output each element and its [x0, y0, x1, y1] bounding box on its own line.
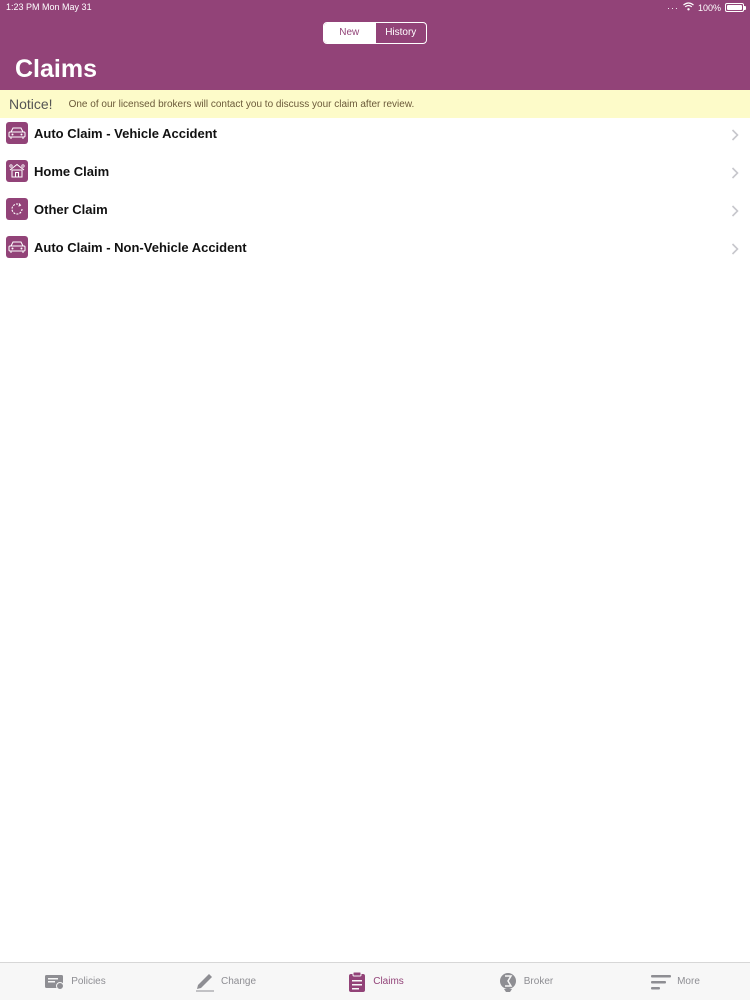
chevron-right-icon	[731, 128, 739, 141]
signal-dots-icon: ···	[666, 2, 679, 13]
status-bar: 1:23 PM Mon May 31 ··· 100%	[0, 0, 750, 16]
status-time: 1:23 PM	[6, 2, 40, 12]
broker-icon	[497, 971, 519, 993]
claim-item-label: Auto Claim - Non-Vehicle Accident	[34, 240, 247, 255]
notice-banner: Notice! One of our licensed brokers will…	[0, 90, 750, 118]
pencil-icon	[194, 971, 216, 993]
tab-claims[interactable]: Claims	[300, 963, 450, 1000]
home-icon	[6, 160, 28, 182]
chevron-right-icon	[731, 242, 739, 255]
status-time-date: 1:23 PM Mon May 31	[6, 2, 92, 12]
car-icon	[6, 236, 28, 258]
status-date: Mon May 31	[42, 2, 92, 12]
claim-item-label: Auto Claim - Vehicle Accident	[34, 126, 218, 141]
tab-label: Change	[220, 976, 257, 987]
chevron-right-icon	[731, 204, 739, 217]
tab-policies[interactable]: Policies	[0, 963, 150, 1000]
wifi-icon	[683, 2, 694, 13]
tab-bar: Policies Change Claims Broker More	[0, 962, 750, 1000]
header: 1:23 PM Mon May 31 ··· 100% New History	[0, 0, 750, 90]
tab-broker[interactable]: Broker	[450, 963, 600, 1000]
claims-screen: 1:23 PM Mon May 31 ··· 100% New History	[0, 0, 750, 1000]
new-history-segmented-control: New History	[323, 22, 427, 44]
menu-icon	[650, 971, 672, 993]
claim-item-label: Home Claim	[34, 164, 110, 179]
tab-label: Broker	[523, 976, 554, 987]
clipboard-icon	[346, 971, 368, 993]
claim-item-label: Other Claim	[34, 202, 108, 217]
claim-item-auto-non-vehicle[interactable]: Auto Claim - Non-Vehicle Accident	[0, 232, 750, 270]
tab-change[interactable]: Change	[150, 963, 300, 1000]
chevron-right-icon	[731, 166, 739, 179]
claims-list: Auto Claim - Vehicle Accident Home Claim	[0, 118, 750, 270]
tab-more[interactable]: More	[600, 963, 750, 1000]
policy-icon	[44, 971, 66, 993]
battery-percent: 100%	[697, 2, 721, 13]
tab-label: More	[677, 976, 700, 987]
notice-label: Notice!	[9, 96, 53, 112]
status-indicators: ··· 100%	[666, 2, 746, 13]
refresh-icon	[6, 198, 28, 220]
segment-history[interactable]: History	[374, 23, 427, 43]
claim-item-auto-vehicle[interactable]: Auto Claim - Vehicle Accident	[0, 118, 750, 156]
notice-text: One of our licensed brokers will contact…	[68, 98, 415, 110]
segment-new[interactable]: New	[324, 23, 375, 43]
battery-icon	[725, 3, 746, 12]
tab-label: Policies	[71, 976, 106, 987]
claim-item-home[interactable]: Home Claim	[0, 156, 750, 194]
page-title: Claims	[15, 55, 97, 83]
tab-label: Claims	[373, 976, 404, 987]
car-icon	[6, 122, 28, 144]
claim-item-other[interactable]: Other Claim	[0, 194, 750, 232]
